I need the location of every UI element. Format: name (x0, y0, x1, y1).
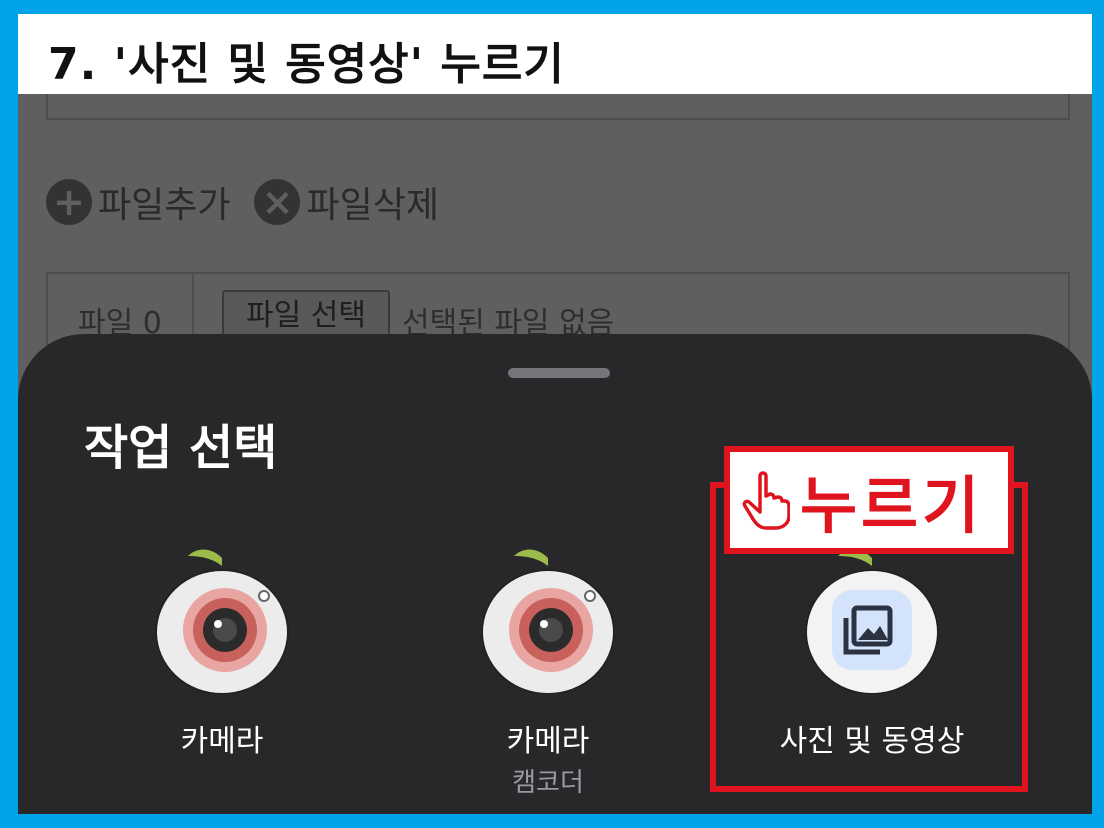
callout-tag: 누르기 (724, 446, 1014, 554)
page-title: 7. '사진 및 동영상' 누르기 (48, 39, 565, 90)
callout-inner: 누르기 (736, 458, 1002, 542)
delete-file-label: 파일삭제 (306, 185, 439, 226)
title-bar: 7. '사진 및 동영상' 누르기 (18, 14, 1092, 94)
option-camcorder[interactable]: 카메라 캠코더 (428, 544, 668, 804)
option-camera[interactable]: 카메라 (102, 544, 342, 804)
plus-circle-icon: + (46, 179, 92, 225)
add-file-label: 파일추가 (98, 185, 231, 226)
pointing-hand-icon (742, 471, 790, 530)
sheet-drag-handle[interactable] (508, 368, 610, 378)
add-file-button[interactable]: + 파일추가 (46, 176, 230, 228)
option-sublabel: 캠코더 (512, 768, 584, 798)
camcorder-app-icon (481, 549, 615, 694)
input-box[interactable] (46, 94, 1070, 120)
camera-app-icon (155, 549, 289, 694)
option-label: 카메라 (180, 724, 264, 759)
file-actions: + 파일추가 × 파일삭제 (46, 176, 439, 228)
callout-text: 누르기 (800, 469, 984, 542)
option-label: 카메라 (506, 724, 590, 759)
x-circle-icon: × (254, 179, 301, 225)
sheet-title: 작업 선택 (84, 420, 278, 476)
screenshot-frame: 7. '사진 및 동영상' 누르기 + 파일추가 × 파일삭제 파일 0 파일 … (0, 0, 1104, 828)
delete-file-button[interactable]: × 파일삭제 (254, 176, 439, 228)
